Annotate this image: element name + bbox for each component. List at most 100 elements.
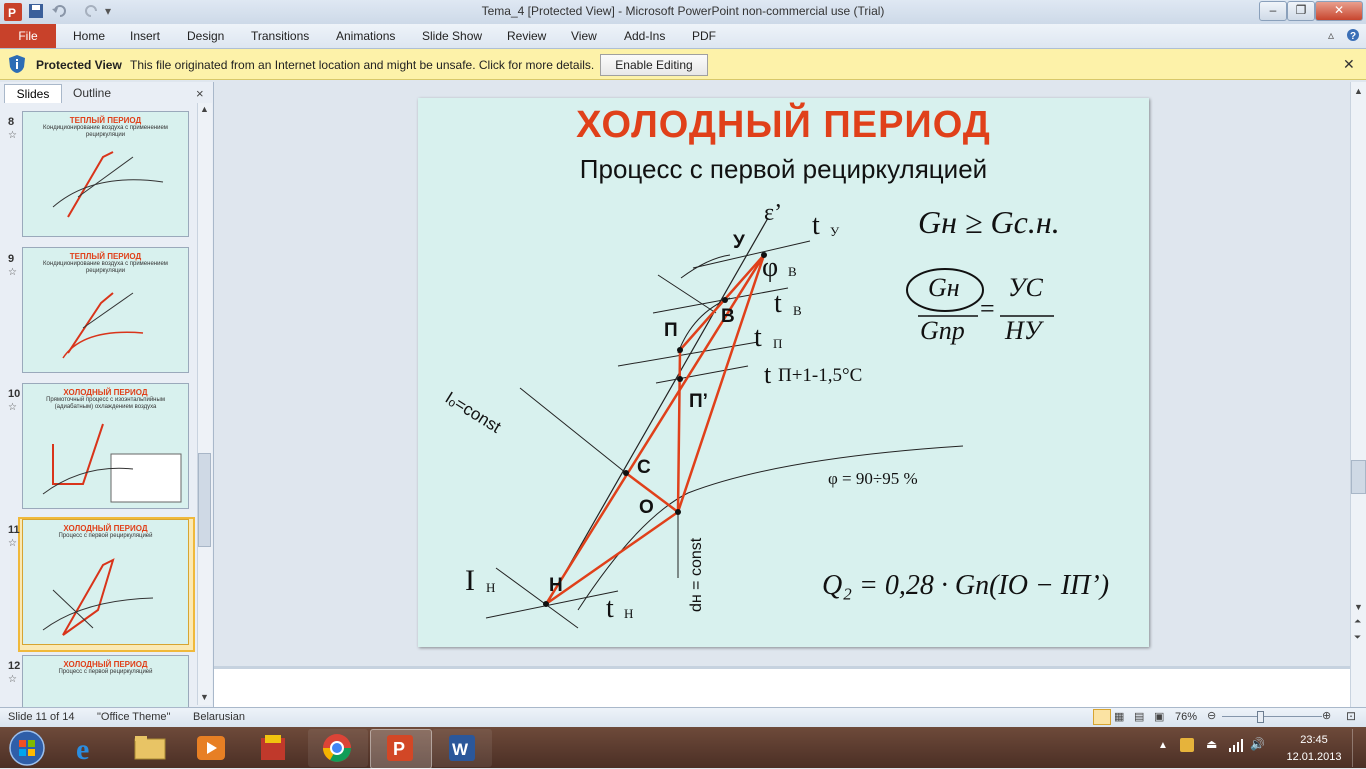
tab-pdf[interactable]: PDF xyxy=(692,29,716,43)
restore-button[interactable]: ❐ xyxy=(1287,1,1315,21)
editor-scrollbar-thumb[interactable] xyxy=(1351,460,1366,494)
label-point-c: С xyxy=(637,457,651,478)
editor-scrollbar[interactable] xyxy=(1350,82,1366,707)
formula-equals: = xyxy=(980,294,995,323)
label-t-y-sub: У xyxy=(830,224,840,239)
point-n xyxy=(543,601,549,607)
show-hidden-icons[interactable]: ▲ xyxy=(1158,740,1168,751)
point-o xyxy=(675,509,681,515)
point-b xyxy=(722,297,728,303)
formula-q2: Q₂ = 0,28 · Gп(IО − IП’) xyxy=(822,570,1110,601)
previous-slide-icon[interactable]: ⏶ xyxy=(1354,616,1361,627)
scroll-up-icon[interactable]: ▲ xyxy=(200,104,209,114)
close-window-button[interactable]: ✕ xyxy=(1315,1,1363,21)
shield-info-icon xyxy=(9,55,25,73)
slide-show-icon[interactable]: ▣ xyxy=(1154,710,1164,723)
internet-explorer-icon[interactable]: e xyxy=(70,731,106,765)
zoom-slider-thumb[interactable] xyxy=(1257,711,1264,723)
language-indicator[interactable]: Belarusian xyxy=(193,711,245,723)
pane-scrollbar-thumb[interactable] xyxy=(198,453,211,547)
theme-indicator[interactable]: "Office Theme" xyxy=(97,711,170,723)
media-player-icon[interactable] xyxy=(194,733,228,763)
tab-transitions[interactable]: Transitions xyxy=(251,29,309,43)
tab-design[interactable]: Design xyxy=(187,29,224,43)
label-point-o: О xyxy=(639,497,654,518)
powerpoint-icon[interactable]: P xyxy=(385,733,415,763)
tab-home[interactable]: Home xyxy=(73,29,105,43)
slide-number: 8 xyxy=(8,116,15,128)
svg-text:?: ? xyxy=(1350,31,1356,42)
slide-thumbnail[interactable]: ХОЛОДНЫЙ ПЕРИОД Прямоточный процесс с из… xyxy=(22,383,189,509)
label-t-p-sub: П xyxy=(773,336,783,351)
notes-pane[interactable] xyxy=(214,666,1350,711)
thumbnail-subtitle: Процесс с первой рециркуляцией xyxy=(58,669,153,675)
thumbnail-diagram xyxy=(42,423,182,503)
slide-sorter-icon[interactable]: ▦ xyxy=(1114,710,1124,723)
zoom-in-icon[interactable]: ⊕ xyxy=(1322,709,1331,722)
clock-date[interactable]: 12.01.2013 xyxy=(1284,751,1344,763)
close-pane-icon[interactable]: × xyxy=(196,86,204,101)
formula-num-right: УС xyxy=(1008,273,1043,302)
pane-scrollbar[interactable] xyxy=(197,103,212,705)
thumbnail-diagram xyxy=(42,558,154,636)
line-t-p-plus xyxy=(655,365,749,384)
tray-app-icon[interactable] xyxy=(1180,738,1194,752)
word-icon[interactable]: W xyxy=(447,733,477,763)
formula-den-left: Gпр xyxy=(920,316,965,345)
fit-to-window-icon[interactable]: ⊡ xyxy=(1346,709,1356,723)
network-signal-icon[interactable] xyxy=(1228,738,1244,752)
thumbnail-diagram xyxy=(62,292,144,359)
slide-thumbnail[interactable]: ТЕПЛЫЙ ПЕРИОД Кондиционирование воздуха … xyxy=(22,247,189,373)
label-phi-range: φ = 90÷95 % xyxy=(828,469,918,488)
tab-slides[interactable]: Slides xyxy=(4,84,62,103)
label-i-n: I xyxy=(465,564,475,597)
label-point-b: В xyxy=(721,306,735,327)
tab-animations[interactable]: Animations xyxy=(336,29,395,43)
minimize-ribbon-icon[interactable]: ▵ xyxy=(1328,28,1334,42)
enable-editing-button[interactable]: Enable Editing xyxy=(600,54,708,76)
protected-view-title: Protected View xyxy=(36,58,122,72)
scroll-up-icon[interactable]: ▲ xyxy=(1354,86,1363,96)
reading-view-icon[interactable]: ▤ xyxy=(1134,710,1144,723)
label-point-n: Н xyxy=(549,575,563,596)
usb-icon[interactable]: ⏏ xyxy=(1206,737,1217,751)
thumbnail-title: ХОЛОДНЫЙ ПЕРИОД xyxy=(63,660,148,669)
slide-thumbnail-current[interactable]: ХОЛОДНЫЙ ПЕРИОД Процесс с первой рецирку… xyxy=(22,519,189,645)
scroll-down-icon[interactable]: ▼ xyxy=(200,692,209,702)
formula-gn-ge: Gн ≥ Gс.н. xyxy=(918,204,1060,240)
minimize-button[interactable]: – xyxy=(1259,1,1287,21)
normal-view-icon[interactable] xyxy=(1093,709,1111,725)
help-icon[interactable]: ? xyxy=(1346,28,1360,42)
close-icon[interactable]: ✕ xyxy=(1343,56,1355,73)
start-button-icon[interactable] xyxy=(8,729,46,767)
formula-den-right: НУ xyxy=(1005,316,1042,345)
tab-view[interactable]: View xyxy=(571,29,597,43)
slide-thumbnail[interactable]: ХОЛОДНЫЙ ПЕРИОД Процесс с первой рецирку… xyxy=(22,655,189,708)
line-t-p xyxy=(617,341,759,367)
slide-thumbnail[interactable]: ТЕПЛЫЙ ПЕРИОД Кондиционирование воздуха … xyxy=(22,111,189,237)
tab-add-ins[interactable]: Add-Ins xyxy=(624,29,665,43)
zoom-level[interactable]: 76% xyxy=(1175,711,1197,723)
tab-insert[interactable]: Insert xyxy=(130,29,160,43)
zoom-out-icon[interactable]: ⊖ xyxy=(1207,709,1216,722)
slide-number: 12 xyxy=(8,660,21,672)
label-t-n: t xyxy=(606,593,614,624)
next-slide-icon[interactable]: ⏷ xyxy=(1354,632,1361,643)
file-explorer-icon[interactable] xyxy=(132,733,168,763)
volume-icon[interactable]: 🔊 xyxy=(1250,737,1265,751)
label-phi-b-sub: В xyxy=(788,264,797,279)
chrome-icon[interactable] xyxy=(321,732,353,764)
tab-review[interactable]: Review xyxy=(507,29,546,43)
clock-time[interactable]: 23:45 xyxy=(1284,734,1344,746)
show-desktop-button[interactable] xyxy=(1352,729,1366,767)
thumbnail-diagram xyxy=(52,151,164,218)
tab-outline[interactable]: Outline xyxy=(62,84,122,102)
archiver-icon[interactable] xyxy=(256,733,290,763)
tab-file[interactable]: File xyxy=(0,24,56,48)
formula-num-left: Gн xyxy=(928,273,960,302)
scroll-down-icon[interactable]: ▼ xyxy=(1354,602,1363,612)
tab-slide-show[interactable]: Slide Show xyxy=(422,29,482,43)
zoom-slider-track[interactable] xyxy=(1222,716,1322,717)
protected-view-message[interactable]: This file originated from an Internet lo… xyxy=(130,58,594,72)
star-icon: ☆ xyxy=(8,674,17,685)
